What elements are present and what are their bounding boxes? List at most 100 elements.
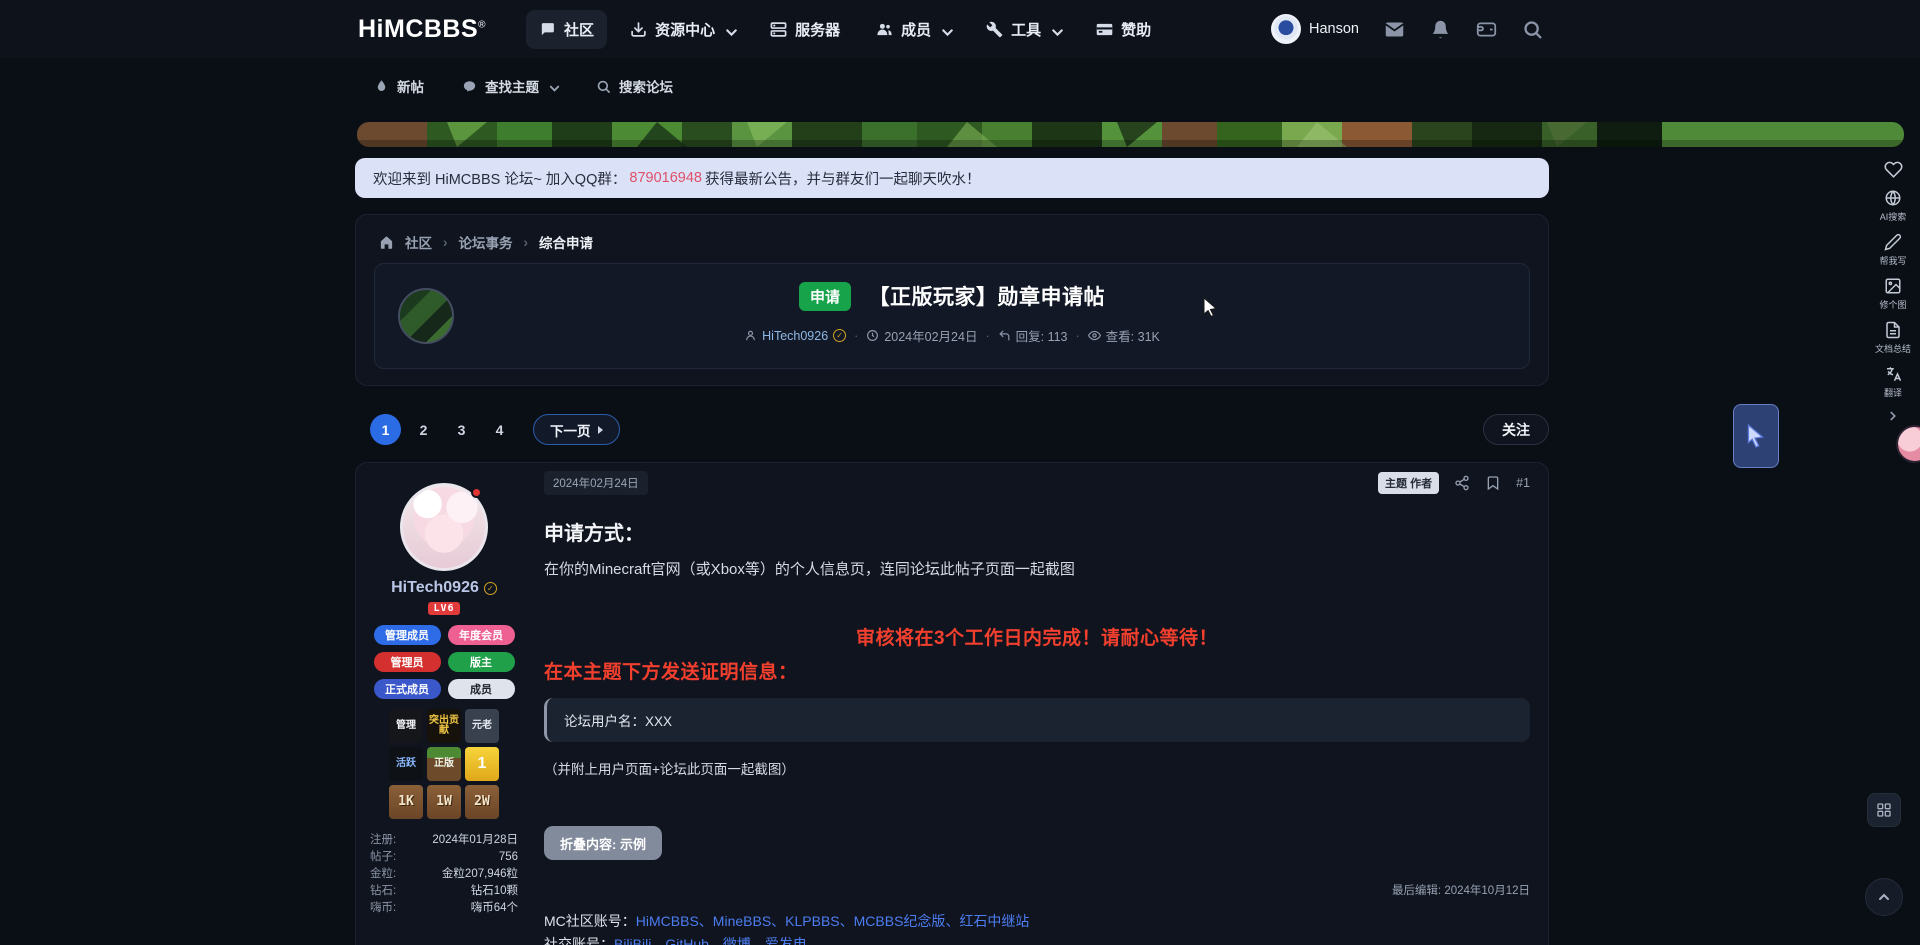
ai-search-icon — [1884, 189, 1902, 207]
widget-grid-button[interactable] — [1867, 793, 1901, 827]
role-badge: 管理成员 — [374, 625, 441, 645]
stat-row: 金粒:金粒207,946粒 — [370, 866, 518, 883]
eye-icon — [1088, 329, 1101, 342]
assistant-avatar[interactable] — [1896, 425, 1920, 463]
ai-search-tool[interactable]: AI搜索 — [1880, 189, 1907, 223]
home-icon[interactable] — [379, 235, 394, 250]
stat-row: 注册:2024年01月28日 — [370, 832, 518, 849]
user-avatar — [1271, 14, 1301, 44]
sig-link-afdian[interactable]: 爱发电 — [765, 936, 807, 945]
proof-instruction: 在本主题下方发送证明信息： — [544, 657, 1530, 684]
chevron-down-icon — [723, 24, 734, 35]
help-write-tool[interactable]: 帮我写 — [1879, 233, 1906, 267]
follow-button[interactable]: 关注 — [1483, 414, 1549, 445]
find-topics-button[interactable]: 查找主题 — [462, 76, 558, 96]
share-icon[interactable] — [1454, 475, 1470, 491]
nav-resources[interactable]: 资源中心 — [617, 10, 747, 49]
role-badge: 年度会员 — [448, 625, 515, 645]
bell-icon[interactable] — [1430, 19, 1451, 40]
header-username: Hanson — [1309, 21, 1359, 37]
page-1-button[interactable]: 1 — [370, 414, 401, 445]
thread-replies: 回复: 113 — [998, 326, 1068, 345]
search-icon[interactable] — [1522, 19, 1543, 40]
next-page-button[interactable]: 下一页 — [533, 414, 620, 445]
sig-link-mcbbs-memorial[interactable]: MCBBS纪念版 — [854, 913, 946, 929]
user-menu[interactable]: Hanson — [1271, 14, 1359, 44]
top-navbar: HiMCBBS® 社区 资源中心 服务器 成员 工具 赞助 — [0, 0, 1920, 58]
verified-badge-icon: ✓ — [833, 329, 846, 342]
arrow-right-icon — [598, 426, 603, 434]
sig-link-bilibili[interactable]: BiliBili — [614, 936, 651, 945]
floating-cursor-widget[interactable] — [1733, 404, 1779, 468]
verified-badge-icon: ✓ — [484, 582, 497, 595]
wallet-icon[interactable] — [1476, 19, 1497, 40]
stat-row: 钻石:钻石10颗 — [370, 883, 518, 900]
doc-summary-tool[interactable]: 文档总结 — [1875, 321, 1911, 355]
mail-icon[interactable] — [1384, 19, 1405, 40]
qq-group-number[interactable]: 879016948 — [629, 170, 702, 186]
role-badge: 成员 — [448, 679, 515, 699]
sig-link-github[interactable]: GitHub — [665, 936, 709, 945]
level-badge: LV6 — [428, 602, 459, 615]
wrench-icon — [986, 21, 1003, 38]
nav-community[interactable]: 社区 — [526, 10, 607, 49]
thread-title: 【正版玩家】勋章申请帖 — [868, 286, 1105, 309]
search-forum-button[interactable]: 搜索论坛 — [596, 76, 673, 96]
browser-extension-toolbar: AI搜索 帮我写 修个图 文档总结 翻译 — [1871, 160, 1915, 423]
sig-link-minebbs[interactable]: MineBBS — [713, 913, 771, 929]
chat-icon — [539, 21, 556, 38]
breadcrumb: 社区 › 论坛事务 › 综合申请 — [356, 215, 1548, 252]
nav-servers[interactable]: 服务器 — [757, 10, 853, 49]
thread-header-card: 社区 › 论坛事务 › 综合申请 申请 【正版玩家】勋章申请帖 HiTech09… — [355, 214, 1549, 386]
chevron-up-icon — [1876, 889, 1892, 905]
breadcrumb-forum-affairs[interactable]: 论坛事务 — [459, 232, 513, 252]
thread-author-link[interactable]: HiTech0926 ✓ — [744, 329, 846, 343]
nav-tools[interactable]: 工具 — [973, 10, 1073, 49]
edit-image-tool[interactable]: 修个图 — [1879, 277, 1906, 311]
translate-tool[interactable]: 翻译 — [1884, 365, 1902, 399]
floor-number[interactable]: #1 — [1516, 476, 1530, 490]
author-profile-panel: HiTech0926 ✓ LV6 管理成员 年度会员 管理员 版主 正式成员 成… — [356, 463, 532, 945]
role-badges: 管理成员 年度会员 管理员 版主 正式成员 成员 — [374, 625, 515, 699]
signature-mc-accounts: MC社区账号：HiMCBBS、MineBBS、KLPBBS、MCBBS纪念版、红… — [544, 910, 1530, 933]
post-note: （并附上用户页面+论坛此页面一起截图） — [544, 758, 1530, 778]
role-badge: 正式成员 — [374, 679, 441, 699]
breadcrumb-community[interactable]: 社区 — [405, 232, 432, 252]
pencil-icon — [1884, 233, 1902, 251]
sig-link-weibo[interactable]: 微博 — [723, 936, 751, 945]
collapse-content-button[interactable]: 折叠内容: 示例 — [544, 826, 662, 860]
bookmark-icon[interactable] — [1485, 475, 1501, 491]
page-3-button[interactable]: 3 — [446, 414, 477, 445]
scroll-to-top-button[interactable] — [1865, 878, 1903, 916]
post-card: HiTech0926 ✓ LV6 管理成员 年度会员 管理员 版主 正式成员 成… — [355, 462, 1549, 945]
page-2-button[interactable]: 2 — [408, 414, 439, 445]
welcome-banner: 欢迎来到 HiMCBBS 论坛~ 加入QQ群： 879016948 获得最新公告… — [355, 158, 1549, 198]
stat-row: 嗨币:嗨币64个 — [370, 900, 518, 917]
server-icon — [770, 21, 787, 38]
signature-social-accounts: 社交账号：BiliBili、GitHub、微博、爱发电 — [544, 933, 1530, 945]
thread-summary-card[interactable]: 申请 【正版玩家】勋章申请帖 HiTech0926 ✓ · 2024年02月24… — [374, 263, 1530, 369]
cursor-icon — [1743, 423, 1769, 449]
site-logo[interactable]: HiMCBBS® — [358, 15, 486, 44]
sig-link-redstone-relay[interactable]: 红石中继站 — [959, 913, 1029, 929]
sig-link-himcbbs[interactable]: HiMCBBS — [636, 913, 699, 929]
new-posts-button[interactable]: 新帖 — [374, 76, 424, 96]
sig-link-klpbbs[interactable]: KLPBBS — [785, 913, 839, 929]
medal: 1 — [465, 747, 499, 781]
online-indicator — [471, 487, 482, 498]
medal: 正版 — [427, 747, 461, 781]
author-username[interactable]: HiTech0926 ✓ — [391, 579, 497, 597]
medal: 2W — [465, 785, 499, 819]
document-icon — [1884, 321, 1902, 339]
author-avatar[interactable] — [400, 483, 488, 571]
quote-template: 论坛用户名：XXX — [544, 698, 1530, 742]
breadcrumb-current: 综合申请 — [539, 232, 593, 252]
page-4-button[interactable]: 4 — [484, 414, 515, 445]
medal: 元老 — [465, 709, 499, 743]
nav-donate[interactable]: 赞助 — [1083, 10, 1164, 49]
collapse-toolbar-icon[interactable] — [1886, 409, 1900, 423]
nav-members[interactable]: 成员 — [863, 10, 963, 49]
author-stats: 注册:2024年01月28日 帖子:756 金粒:金粒207,946粒 钻石:钻… — [370, 832, 518, 917]
favorite-heart-icon[interactable] — [1884, 160, 1903, 179]
thread-date: 2024年02月24日 — [866, 326, 977, 345]
